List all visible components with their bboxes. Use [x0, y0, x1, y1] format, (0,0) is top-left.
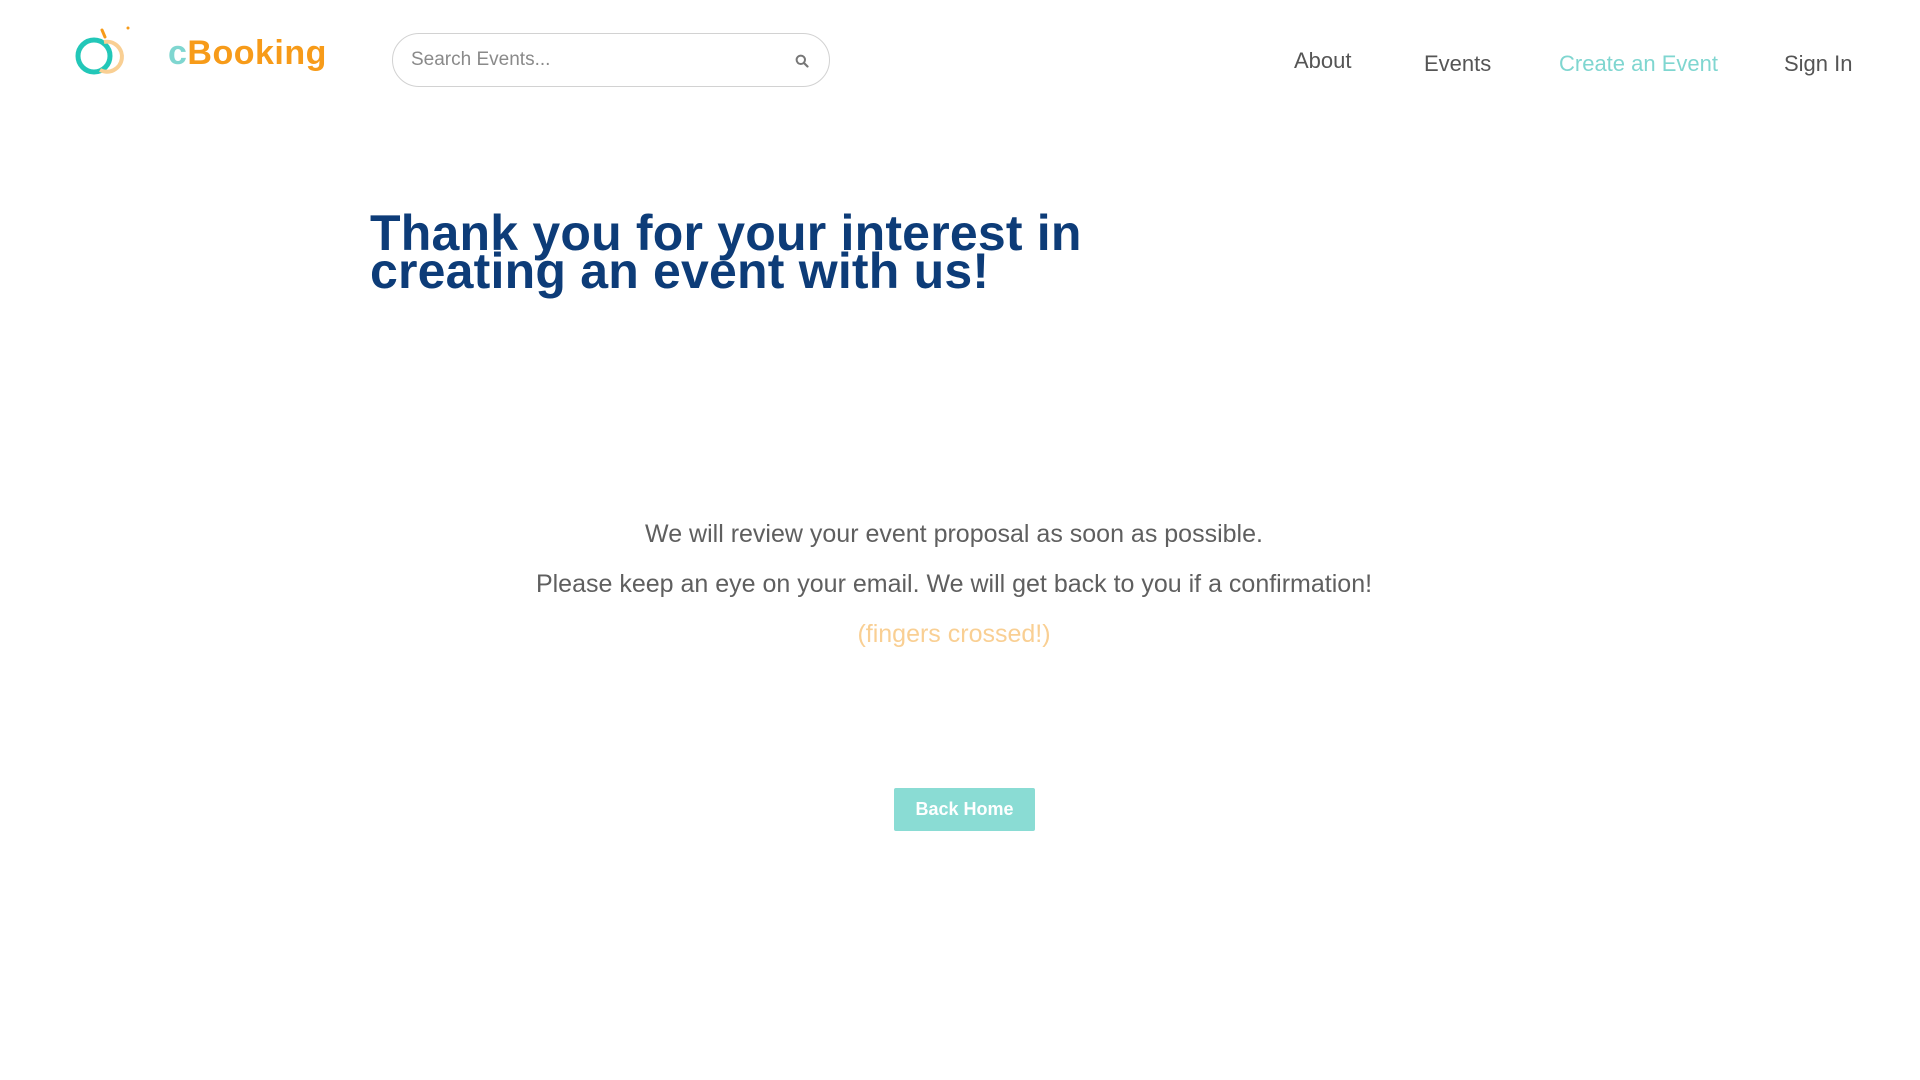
nav-link-create-event[interactable]: Create an Event	[1559, 46, 1718, 82]
nav-link-events[interactable]: Events	[1424, 46, 1491, 82]
main-nav: About Events Create an Event Sign In	[0, 46, 1920, 82]
nav-link-about[interactable]: About	[1294, 43, 1352, 79]
page-headline: Thank you for your interest in creating …	[370, 205, 1082, 299]
confirmation-message-fingers-crossed: (fingers crossed!)	[857, 620, 1051, 648]
confirmation-message-email: Please keep an eye on your email. We wil…	[535, 570, 1373, 598]
back-home-button[interactable]: Back Home	[894, 788, 1035, 831]
nav-link-sign-in[interactable]: Sign In	[1784, 46, 1853, 82]
site-header: cBooking About Events Create an Event Si…	[0, 0, 1920, 120]
confirmation-message-review: We will review your event proposal as so…	[645, 520, 1263, 548]
